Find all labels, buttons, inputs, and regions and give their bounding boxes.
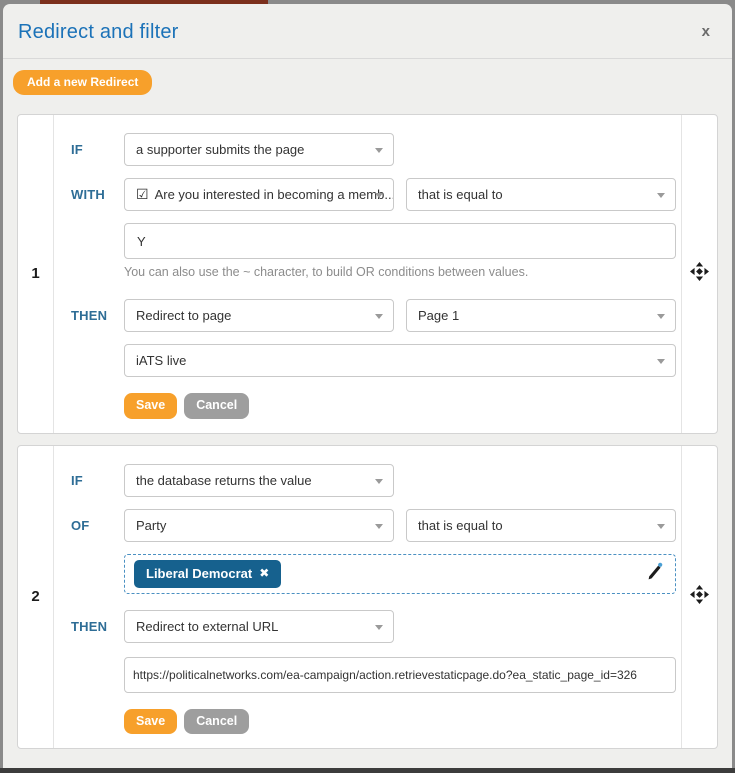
then-action-value: Redirect to page xyxy=(136,308,231,323)
value-tag-label: Liberal Democrat xyxy=(146,566,252,581)
of-field-select[interactable]: Party xyxy=(124,509,394,542)
rule-cancel-button[interactable]: Cancel xyxy=(184,709,249,735)
helper-row: You can also use the ~ character, to bui… xyxy=(54,259,681,281)
rule-drag-handle[interactable] xyxy=(681,115,717,433)
with-label: WITH xyxy=(54,187,124,202)
payment-gateway-select[interactable]: iATS live xyxy=(124,344,676,377)
operator-value: that is equal to xyxy=(418,518,503,533)
value-input[interactable] xyxy=(124,223,676,259)
rule-drag-handle[interactable] xyxy=(681,446,717,749)
chevron-down-icon xyxy=(657,359,665,364)
tag-values-row: Liberal Democrat ✖ xyxy=(54,554,681,594)
of-label: OF xyxy=(54,518,124,533)
redirect-and-filter-modal: Redirect and filter x Add a new Redirect… xyxy=(3,4,732,768)
add-redirect-button[interactable]: Add a new Redirect xyxy=(13,70,152,95)
rule-form: IF the database returns the value OF Par… xyxy=(54,446,681,749)
if-label: IF xyxy=(54,473,124,488)
tag-values-box[interactable]: Liberal Democrat ✖ xyxy=(124,554,676,594)
secondary-row: iATS live xyxy=(54,344,681,377)
payment-gateway-value: iATS live xyxy=(136,353,186,368)
pencil-icon xyxy=(646,562,663,586)
then-target-value: Page 1 xyxy=(418,308,459,323)
if-row: IF a supporter submits the page xyxy=(54,133,681,166)
rule-number: 1 xyxy=(18,115,54,433)
of-field-value: Party xyxy=(136,518,166,533)
then-row: THEN Redirect to page Page 1 xyxy=(54,299,681,332)
close-icon[interactable]: x xyxy=(702,24,710,39)
rule-save-button[interactable]: Save xyxy=(124,709,177,735)
if-condition-value: a supporter submits the page xyxy=(136,142,304,157)
rule-cancel-button[interactable]: Cancel xyxy=(184,393,249,419)
if-label: IF xyxy=(54,142,124,157)
modal-header: Redirect and filter x xyxy=(3,4,732,59)
with-row: WITH ☑ Are you interested in becoming a … xyxy=(54,178,681,211)
chevron-down-icon xyxy=(375,524,383,529)
rule-save-button[interactable]: Save xyxy=(124,393,177,419)
then-label: THEN xyxy=(54,619,124,634)
then-action-select[interactable]: Redirect to page xyxy=(124,299,394,332)
move-icon xyxy=(690,262,709,286)
rule-form: IF a supporter submits the page WITH ☑ A… xyxy=(54,115,681,433)
modal-footer: Cancel Save xyxy=(3,760,732,768)
url-row xyxy=(54,657,681,693)
chevron-down-icon xyxy=(657,193,665,198)
value-tag: Liberal Democrat ✖ xyxy=(134,560,281,588)
rule-card-1: 1 IF a supporter submits the page WITH xyxy=(17,114,718,434)
with-field-value: Are you interested in becoming a memb... xyxy=(155,187,394,202)
then-action-select[interactable]: Redirect to external URL xyxy=(124,610,394,643)
of-row: OF Party that is equal to xyxy=(54,509,681,542)
helper-text: You can also use the ~ character, to bui… xyxy=(124,265,528,279)
rule-number: 2 xyxy=(18,446,54,749)
then-label: THEN xyxy=(54,308,124,323)
rules-list: 1 IF a supporter submits the page WITH xyxy=(3,114,732,760)
operator-select[interactable]: that is equal to xyxy=(406,509,676,542)
if-row: IF the database returns the value xyxy=(54,464,681,497)
chevron-down-icon xyxy=(375,314,383,319)
then-row: THEN Redirect to external URL xyxy=(54,610,681,643)
add-redirect-row: Add a new Redirect xyxy=(3,59,732,95)
operator-select[interactable]: that is equal to xyxy=(406,178,676,211)
chevron-down-icon xyxy=(657,524,665,529)
if-condition-value: the database returns the value xyxy=(136,473,312,488)
chevron-down-icon xyxy=(375,148,383,153)
value-row xyxy=(54,223,681,259)
edit-values-button[interactable] xyxy=(646,562,663,586)
if-condition-select[interactable]: a supporter submits the page xyxy=(124,133,394,166)
with-field-select[interactable]: ☑ Are you interested in becoming a memb.… xyxy=(124,178,394,211)
operator-value: that is equal to xyxy=(418,187,503,202)
chevron-down-icon xyxy=(375,193,383,198)
rule-card-2: 2 IF the database returns the value OF xyxy=(17,445,718,750)
chevron-down-icon xyxy=(375,625,383,630)
then-action-value: Redirect to external URL xyxy=(136,619,278,634)
move-icon xyxy=(690,585,709,609)
modal-title: Redirect and filter xyxy=(18,21,179,43)
if-condition-select[interactable]: the database returns the value xyxy=(124,464,394,497)
checked-checkbox-icon: ☑ xyxy=(136,187,149,203)
actions-row: Save Cancel xyxy=(54,393,681,419)
then-target-page-select[interactable]: Page 1 xyxy=(406,299,676,332)
redirect-url-input[interactable] xyxy=(124,657,676,693)
actions-row: Save Cancel xyxy=(54,709,681,735)
chevron-down-icon xyxy=(375,479,383,484)
chevron-down-icon xyxy=(657,314,665,319)
remove-tag-icon[interactable]: ✖ xyxy=(259,566,269,580)
background-bottom-strip xyxy=(0,768,735,773)
